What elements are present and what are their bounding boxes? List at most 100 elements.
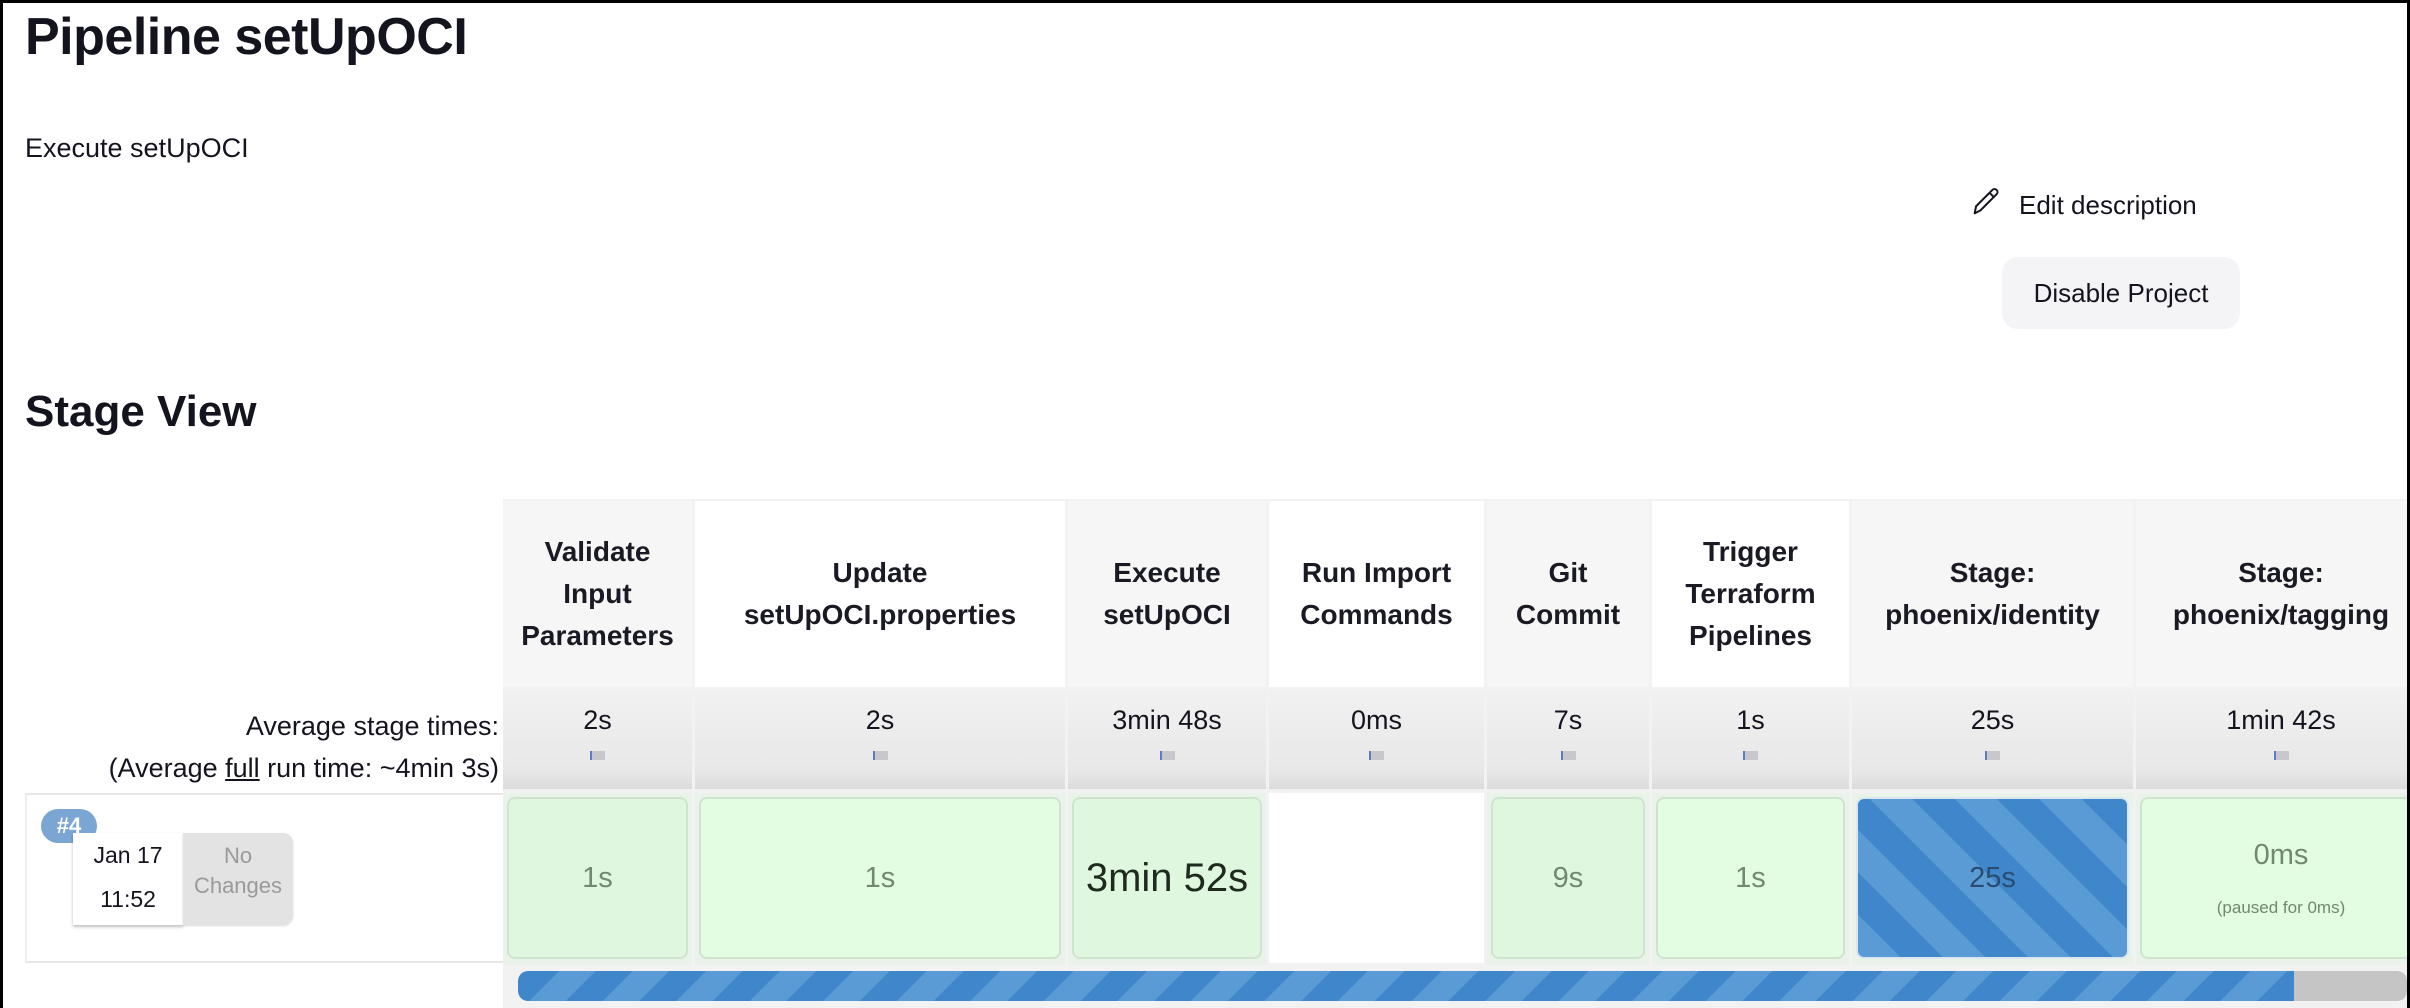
run-progress-bar bbox=[518, 971, 2407, 1001]
stage-cell-duration: 1s bbox=[582, 861, 613, 894]
build-date-box[interactable]: Jan 17 11:52 bbox=[73, 833, 183, 925]
stage-cell-success[interactable]: 1s bbox=[507, 797, 688, 959]
stage-cell-duration: 1s bbox=[1735, 861, 1766, 894]
stage-average-time: 7s bbox=[1487, 691, 1649, 789]
average-time-minibar bbox=[590, 751, 605, 760]
avg-label-line1: Average stage times: bbox=[245, 711, 499, 741]
stage-header-line: Parameters bbox=[521, 620, 674, 651]
average-time-minibar bbox=[1743, 751, 1758, 760]
pencil-icon bbox=[1969, 185, 2003, 226]
stage-average-time: 25s bbox=[1852, 691, 2133, 789]
stage-cell-wrapper: 1s bbox=[695, 793, 1065, 965]
stage-cell-success[interactable]: 1s bbox=[699, 797, 1061, 959]
stage-header-line: Trigger bbox=[1703, 536, 1798, 567]
stage-header-line: Commit bbox=[1515, 599, 1621, 630]
stage-cell-duration: 9s bbox=[1552, 861, 1584, 894]
stage-header-line: Update bbox=[832, 557, 928, 588]
build-date: Jan 17 bbox=[93, 842, 163, 868]
stage-column: Update setUpOCI.properties 2s 1s bbox=[695, 501, 1065, 1008]
stage-header-line: setUpOCI bbox=[1103, 599, 1231, 630]
stage-average-time: 1s bbox=[1652, 691, 1849, 789]
edit-description-link[interactable]: Edit description bbox=[1969, 185, 2197, 226]
page: Pipeline setUpOCI Execute setUpOCI Edit … bbox=[3, 3, 2407, 1008]
average-time-value: 25s bbox=[1970, 705, 2015, 735]
average-time-minibar bbox=[1985, 751, 2000, 760]
stage-header-line: Stage: bbox=[1949, 557, 2036, 588]
stage-cell-success[interactable]: 1s bbox=[1656, 797, 1845, 959]
average-time-value: 1min 42s bbox=[2226, 705, 2336, 735]
stage-header: Execute setUpOCI bbox=[1068, 501, 1266, 687]
edit-description-label: Edit description bbox=[2019, 190, 2197, 220]
stage-cell-wrapper: 3min 52s bbox=[1068, 793, 1266, 965]
stage-header-line: Run Import bbox=[1301, 557, 1452, 588]
stage-header-line: setUpOCI.properties bbox=[743, 599, 1017, 630]
page-title: Pipeline setUpOCI bbox=[25, 8, 468, 66]
stage-average-time: 3min 48s bbox=[1068, 691, 1266, 789]
stage-header-line: Pipelines bbox=[1689, 620, 1812, 651]
average-time-value: 1s bbox=[1736, 705, 1765, 735]
build-time: 11:52 bbox=[100, 886, 156, 912]
stage-header: Run Import Commands bbox=[1269, 501, 1484, 687]
average-time-minibar bbox=[1560, 751, 1576, 760]
stage-header-line: Git bbox=[1548, 557, 1588, 588]
stage-average-time: 1min 42s bbox=[2136, 691, 2407, 789]
stage-cell-duration: 3min 52s bbox=[1085, 855, 1249, 900]
stage-cell-wrapper: 9s bbox=[1487, 793, 1649, 965]
stage-header: Validate Input Parameters bbox=[503, 501, 692, 687]
stage-cell-wrapper: 0ms (paused for 0ms) bbox=[2136, 793, 2407, 965]
stage-cell-success[interactable]: 0ms (paused for 0ms) bbox=[2140, 797, 2407, 959]
stage-cell-duration: 0ms bbox=[2253, 838, 2309, 871]
stage-cell-success[interactable]: 9s bbox=[1491, 797, 1645, 959]
stage-column: Validate Input Parameters 2s 1s bbox=[503, 501, 692, 1008]
avg-label-line2: (Average full run time: ~4min 3s) bbox=[39, 747, 499, 789]
stage-table: Validate Input Parameters 2s 1s Update setUpOC… bbox=[503, 501, 2407, 1008]
stage-header: Stage: phoenix/identity bbox=[1852, 501, 2133, 687]
stage-header-line: Stage: bbox=[2238, 557, 2324, 588]
stage-cell-wrapper: 25s bbox=[1852, 793, 2133, 965]
average-time-value: 0ms bbox=[1350, 705, 1402, 735]
stage-header: Git Commit bbox=[1487, 501, 1649, 687]
stage-header-line: phoenix/identity bbox=[1885, 599, 2100, 630]
average-time-minibar bbox=[1159, 751, 1175, 760]
stage-header: Trigger Terraform Pipelines bbox=[1652, 501, 1849, 687]
stage-header: Update setUpOCI.properties bbox=[695, 501, 1065, 687]
stage-cell-duration: 25s bbox=[1969, 861, 2016, 894]
run-progress-fill bbox=[518, 971, 2294, 1001]
avg-label-prefix: (Average bbox=[108, 753, 226, 783]
average-time-value: 3min 48s bbox=[1112, 705, 1222, 735]
average-time-minibar bbox=[872, 751, 888, 760]
stage-column: Execute setUpOCI 3min 48s 3min 52s bbox=[1068, 501, 1266, 1008]
stage-average-time: 2s bbox=[503, 691, 692, 789]
stage-column: Trigger Terraform Pipelines 1s 1s bbox=[1652, 501, 1849, 1008]
average-time-minibar bbox=[2273, 751, 2289, 760]
stage-column: Git Commit 7s 9s bbox=[1487, 501, 1649, 1008]
avg-label-suffix: run time: ~4min 3s) bbox=[259, 753, 499, 783]
stage-header-line: Execute bbox=[1113, 557, 1221, 588]
project-description: Execute setUpOCI bbox=[25, 133, 249, 163]
stage-column: Stage: phoenix/identity 25s 25s bbox=[1852, 501, 2133, 1008]
stage-average-time: 2s bbox=[695, 691, 1065, 789]
stage-cell-empty bbox=[1269, 793, 1484, 963]
average-time-value: 7s bbox=[1553, 705, 1583, 735]
stage-cell-wrapper: 1s bbox=[503, 793, 692, 965]
average-time-value: 2s bbox=[583, 705, 612, 735]
disable-project-button[interactable]: Disable Project bbox=[2002, 257, 2240, 329]
stage-column: Run Import Commands 0ms bbox=[1269, 501, 1484, 1008]
average-time-minibar bbox=[1369, 751, 1384, 760]
stage-column: Stage: phoenix/tagging 1min 42s 0ms (paused … bbox=[2136, 501, 2407, 1008]
stage-header-line: Terraform bbox=[1685, 578, 1816, 609]
changes-box[interactable]: No Changes bbox=[183, 833, 293, 925]
average-stage-times-label: Average stage times: (Average full run t… bbox=[39, 705, 499, 789]
stage-header-line: phoenix/tagging bbox=[2172, 599, 2390, 630]
stage-cell-duration: 1s bbox=[864, 861, 896, 894]
average-time-value: 2s bbox=[865, 705, 895, 735]
stage-cell-in-progress[interactable]: 25s bbox=[1856, 797, 2129, 959]
stage-cell-success[interactable]: 3min 52s bbox=[1072, 797, 1262, 959]
stage-header: Stage: phoenix/tagging bbox=[2136, 501, 2407, 687]
stage-view-title: Stage View bbox=[25, 387, 257, 436]
stage-cell-wrapper: 1s bbox=[1652, 793, 1849, 965]
stage-header-line: Commands bbox=[1300, 599, 1453, 630]
stage-header-line: Validate bbox=[544, 536, 651, 567]
stage-cell-paused-note: (paused for 0ms) bbox=[2216, 897, 2346, 917]
full-run-time-link[interactable]: full bbox=[225, 753, 260, 783]
